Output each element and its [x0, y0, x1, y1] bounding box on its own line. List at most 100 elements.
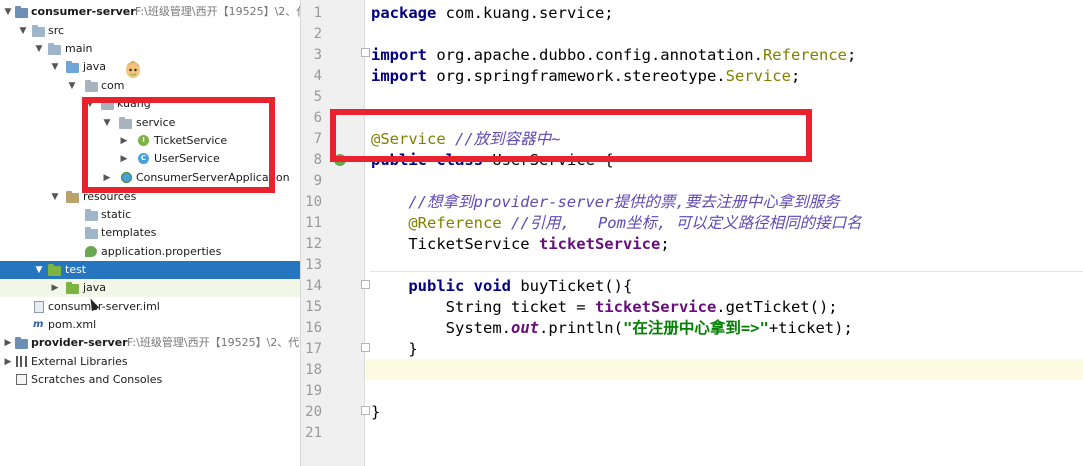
code-line[interactable]: public void buyTicket(){	[371, 276, 632, 297]
code-editor[interactable]: package com.kuang.service; import org.apa…	[330, 0, 1083, 466]
line-number[interactable]: 20	[292, 402, 322, 423]
tree-item-label: consumer-server.iml	[48, 300, 160, 313]
line-number[interactable]: 7	[292, 129, 322, 150]
module-folder-icon	[15, 337, 28, 349]
line-number[interactable]: 13	[292, 255, 322, 276]
package-icon	[85, 80, 98, 92]
chevron-down-icon[interactable]: ▼	[33, 261, 45, 279]
tree-item-application-properties[interactable]: application.properties	[0, 243, 300, 261]
code-token: package	[371, 4, 437, 22]
tree-item-label: templates	[101, 226, 157, 239]
tree-item-external-libraries[interactable]: ▶ External Libraries	[0, 353, 300, 371]
module-folder-icon	[15, 6, 28, 18]
mascot-icon	[126, 61, 140, 78]
chevron-right-icon[interactable]: ▶	[49, 279, 61, 297]
line-number[interactable]: 8	[292, 150, 322, 171]
line-number[interactable]: 9	[292, 171, 322, 192]
code-line[interactable]: package com.kuang.service;	[371, 3, 614, 24]
tree-item-java[interactable]: ▼ java	[0, 58, 300, 76]
code-token: import	[371, 67, 427, 85]
folder-icon	[85, 227, 98, 239]
maven-icon: m	[33, 319, 44, 330]
tree-item-iml[interactable]: consumer-server.iml	[0, 298, 300, 316]
chevron-down-icon[interactable]: ▼	[17, 22, 29, 40]
tree-item-label: java	[83, 281, 107, 294]
line-number[interactable]: 15	[292, 297, 322, 318]
tree-item-label: application.properties	[101, 245, 222, 258]
line-number[interactable]: 11	[292, 213, 322, 234]
code-line[interactable]: TicketService ticketService;	[371, 234, 669, 255]
project-tree: ▼ consumer-server F:\班级管理\西开【19525】\2、代码…	[0, 0, 300, 466]
line-number[interactable]: 10	[292, 192, 322, 213]
tree-item-com[interactable]: ▼ com	[0, 77, 300, 95]
line-number[interactable]: 14	[292, 276, 322, 297]
tree-item-label: static	[101, 208, 132, 221]
code-line[interactable]: import org.apache.dubbo.config.annotatio…	[371, 45, 856, 66]
code-token: String ticket =	[371, 298, 595, 316]
source-folder-icon	[66, 61, 79, 73]
tree-item-provider-server[interactable]: ▶ provider-server F:\班级管理\西开【19525】\2、代码…	[0, 334, 300, 352]
tree-item-src[interactable]: ▼ src	[0, 22, 300, 40]
scratches-icon	[16, 374, 27, 385]
tree-item-label: com	[101, 79, 125, 92]
code-token: ticketService	[594, 298, 717, 316]
line-number[interactable]: 17	[292, 339, 322, 360]
code-token: +ticket);	[768, 319, 853, 337]
code-token: out	[510, 319, 539, 337]
spring-properties-icon	[85, 246, 97, 257]
tree-item-static[interactable]: static	[0, 206, 300, 224]
tree-item-pom[interactable]: m pom.xml	[0, 316, 300, 334]
tree-item-label: pom.xml	[48, 318, 97, 331]
editor-gutter: 1 2 3 4 5 6 7 8 9 10 11 12 13 14 15 16 17 18 19 20 21	[301, 0, 370, 466]
code-line[interactable]: //想拿到provider-server提供的票,要去注册中心拿到服务	[371, 192, 840, 213]
line-number[interactable]: 12	[292, 234, 322, 255]
code-line[interactable]: System.out.println("在注册中心拿到=>"+ticket);	[371, 318, 853, 339]
chevron-down-icon[interactable]: ▼	[33, 40, 45, 58]
code-token: Service	[725, 67, 791, 85]
line-number[interactable]: 4	[292, 66, 322, 87]
tree-item-consumer-server[interactable]: ▼ consumer-server F:\班级管理\西开【19525】\2、代码…	[0, 3, 300, 21]
code-token: ;	[790, 67, 801, 85]
chevron-right-icon[interactable]: ▶	[2, 334, 14, 352]
code-token: org.springframework.stereotype.	[427, 67, 726, 85]
tree-item-label: java	[83, 60, 107, 73]
tree-item-main[interactable]: ▼ main	[0, 40, 300, 58]
code-line[interactable]: String ticket = ticketService.getTicket(…	[371, 297, 838, 318]
line-number[interactable]: 18	[292, 360, 322, 381]
tree-item-label: consumer-server	[31, 5, 136, 18]
code-line[interactable]: }	[371, 402, 380, 423]
chevron-down-icon[interactable]: ▼	[66, 77, 78, 95]
folder-icon	[32, 25, 45, 37]
code-line[interactable]: import org.springframework.stereotype.Se…	[371, 66, 800, 87]
code-line[interactable]: }	[371, 339, 418, 360]
chevron-down-icon[interactable]: ▼	[2, 3, 14, 21]
tree-item-templates[interactable]: templates	[0, 224, 300, 242]
code-token: buyTicket(){	[510, 277, 633, 295]
test-source-folder-icon	[66, 282, 79, 294]
module-file-icon	[34, 301, 44, 313]
highlight-box	[330, 109, 812, 162]
chevron-down-icon[interactable]: ▼	[49, 58, 61, 76]
tree-item-test[interactable]: ▼ test	[0, 261, 300, 279]
code-line[interactable]: @Reference //引用, Pom坐标, 可以定义路径相同的接口名	[371, 213, 861, 234]
module-path: F:\班级管理\西开【19525】\2、代码\s	[127, 336, 300, 349]
method-separator	[370, 271, 1083, 272]
line-number[interactable]: 1	[292, 3, 322, 24]
line-number[interactable]: 2	[292, 24, 322, 45]
chevron-right-icon[interactable]: ▶	[2, 353, 14, 371]
line-number[interactable]: 16	[292, 318, 322, 339]
folder-icon	[48, 43, 61, 55]
tree-item-test-java[interactable]: ▶ java	[0, 279, 300, 297]
tree-item-label: test	[65, 263, 87, 276]
line-number[interactable]: 6	[292, 108, 322, 129]
line-number[interactable]: 3	[292, 45, 322, 66]
code-token: .println(	[538, 319, 623, 337]
line-number[interactable]: 21	[292, 423, 322, 444]
code-token: //想拿到provider-server提供的票,要去注册中心拿到服务	[371, 193, 840, 211]
tree-item-scratches[interactable]: Scratches and Consoles	[0, 371, 300, 389]
code-token: System.	[371, 319, 511, 337]
line-number[interactable]: 5	[292, 87, 322, 108]
line-number[interactable]: 19	[292, 381, 322, 402]
chevron-down-icon[interactable]: ▼	[49, 188, 61, 206]
code-token: }	[371, 340, 418, 358]
